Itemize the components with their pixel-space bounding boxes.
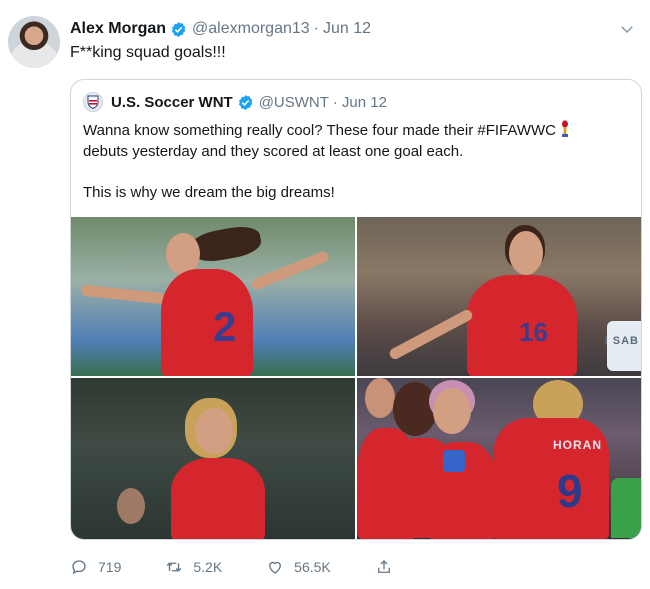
quoted-tweet-header: U.S. Soccer WNT @USWNT · Jun 12 [83, 92, 387, 112]
share-icon [377, 560, 390, 573]
quoted-author-handle[interactable]: @USWNT [259, 94, 329, 111]
tweet-timestamp[interactable]: Jun 12 [323, 20, 371, 38]
retweet-icon [167, 562, 182, 572]
like-button[interactable]: 56.5K [266, 556, 331, 578]
separator-dot: · [313, 20, 319, 37]
ussoccer-logo-icon [83, 92, 103, 112]
separator-dot: · [332, 93, 338, 111]
tweet-actions: 719 5.2K 56.5K [70, 556, 630, 578]
photo-grid: 2 16 I SAB HORAN 9 [71, 217, 641, 539]
author-avatar[interactable] [8, 16, 60, 68]
verified-badge-icon [171, 21, 186, 37]
author-name[interactable]: Alex Morgan [70, 20, 166, 38]
reply-icon [72, 560, 86, 575]
jersey-number: 16 [519, 317, 548, 347]
retweet-count: 5.2K [193, 559, 223, 575]
share-button[interactable] [375, 556, 403, 578]
like-icon [269, 561, 282, 574]
stadium-sign: I SAB [604, 335, 639, 347]
quoted-tweet[interactable]: U.S. Soccer WNT @USWNT · Jun 12 Wanna kn… [70, 79, 642, 540]
quoted-text-line-2: debuts yesterday and they scored at leas… [83, 143, 464, 160]
tweet-text: F**king squad goals!!! [70, 44, 226, 61]
tweet-header: Alex Morgan @alexmorgan13 · Jun 12 [70, 18, 371, 40]
photo-player-smiling[interactable] [71, 378, 355, 539]
reply-count: 719 [98, 559, 122, 575]
verified-badge-icon [238, 94, 253, 110]
reply-button[interactable]: 719 [70, 556, 121, 578]
quoted-text-line-3: This is why we dream the big dreams! [83, 184, 335, 201]
jersey-number: 2 [213, 303, 237, 350]
like-count: 56.5K [294, 559, 331, 575]
photo-team-celebrating[interactable]: HORAN 9 [357, 378, 641, 539]
retweet-button[interactable]: 5.2K [165, 556, 222, 578]
photo-player-shouting[interactable]: 16 I SAB [357, 217, 641, 376]
author-handle[interactable]: @alexmorgan13 [192, 20, 310, 38]
quoted-tweet-timestamp[interactable]: Jun 12 [342, 94, 387, 111]
photo-player-celebrating-arms-wide[interactable]: 2 [71, 217, 355, 376]
jersey-name: HORAN [553, 438, 602, 452]
jersey-number: 9 [557, 465, 583, 517]
quoted-author-name[interactable]: U.S. Soccer WNT [111, 94, 233, 111]
quoted-tweet-text: Wanna know something really cool? These … [83, 120, 631, 203]
tweet-card[interactable]: Alex Morgan @alexmorgan13 · Jun 12 F**ki… [0, 0, 650, 589]
trophy-icon [561, 120, 568, 137]
chevron-down-icon[interactable] [618, 20, 636, 38]
quoted-text-line-1: Wanna know something really cool? These … [83, 122, 556, 139]
